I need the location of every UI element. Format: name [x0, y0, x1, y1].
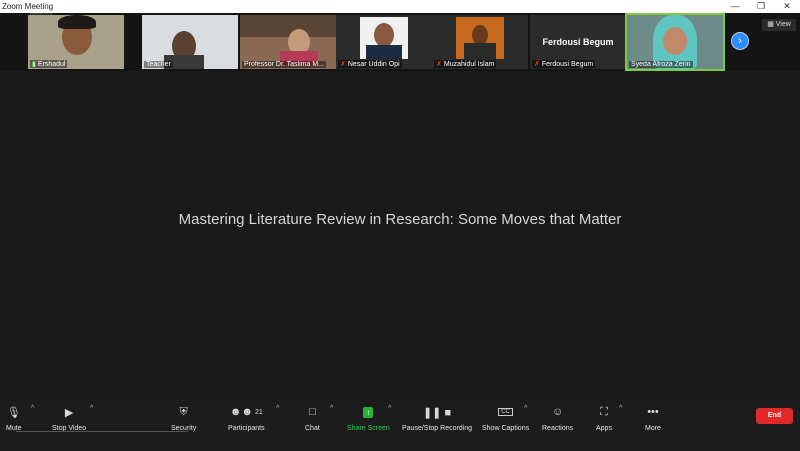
chat-options-caret[interactable]: ^ [330, 405, 333, 412]
reactions-button[interactable]: ☺ Reactions [542, 405, 573, 432]
more-button[interactable]: ••• More [645, 405, 661, 432]
chevron-right-icon: › [738, 35, 742, 47]
more-dots-icon: ••• [647, 406, 659, 418]
shield-icon: ⛨ [179, 405, 188, 418]
participant-hair [58, 15, 96, 29]
participant-name: ✗ Muzahidul Islam [434, 60, 497, 68]
captions-options-caret[interactable]: ^ [524, 405, 527, 412]
pause-stop-recording-button[interactable]: ❚❚ ■ Pause/Stop Recording [402, 405, 472, 433]
video-options-caret[interactable]: ^ [90, 405, 93, 412]
participant-tile-ferdousi[interactable]: Ferdousi Begum ✗ Ferdousi Begum [530, 15, 626, 69]
participant-tile-nesar[interactable]: ✗ Nesar Uddin Opi [336, 15, 432, 69]
participant-name: ▮ Ershadul [30, 60, 68, 68]
view-button[interactable]: ▦ View [762, 19, 796, 31]
apps-icon: ⛶ [600, 405, 608, 418]
window-title: Zoom Meeting [2, 2, 54, 11]
grid-icon: ▦ [767, 21, 774, 28]
participants-options-caret[interactable]: ^ [276, 405, 279, 412]
toolbar-divider [16, 431, 188, 432]
participant-name: Professor Dr. Taslima M... [242, 61, 327, 68]
participant-name: ✗ Ferdousi Begum [532, 60, 596, 68]
stop-video-button[interactable]: ▶ Stop Video [52, 405, 86, 433]
captions-icon: CC [498, 405, 513, 419]
participants-count: 21 [254, 408, 263, 416]
people-icon: ☻☻ 21 [229, 406, 263, 418]
microphone-icon: 🎙 [6, 406, 21, 419]
share-options-caret[interactable]: ^ [388, 405, 391, 412]
meeting-toolbar [0, 398, 800, 451]
participant-tile-ershadul[interactable]: ▮ Ershadul [28, 15, 124, 69]
chat-button[interactable]: □ Chat [305, 405, 320, 432]
close-button[interactable]: ✕ [774, 0, 800, 13]
mic-off-icon: ✗ [534, 61, 540, 68]
mic-off-icon: ✗ [340, 61, 346, 68]
chat-bubble-icon: □ [309, 406, 316, 418]
end-meeting-button[interactable]: End [756, 408, 793, 424]
participant-tile-syeda[interactable]: Syeda Afroza Zerin [625, 13, 725, 71]
mute-button[interactable]: 🎙 Mute [6, 405, 22, 433]
next-page-button[interactable]: › [731, 32, 749, 50]
signal-icon: ▮ [32, 61, 36, 68]
title-bar: Zoom Meeting — ❐ ✕ [0, 0, 800, 13]
smiley-icon: ☺ [551, 406, 564, 418]
security-button[interactable]: ⛨ Security [171, 405, 196, 433]
shared-screen-area: Mastering Literature Review in Research:… [0, 71, 800, 396]
audio-options-caret[interactable]: ^ [31, 405, 34, 412]
pause-stop-icon: ❚❚ ■ [422, 406, 452, 419]
share-screen-icon: ↑ [363, 405, 374, 419]
share-screen-button[interactable]: ↑ Share Screen [347, 405, 390, 432]
participant-name: ✗ Nesar Uddin Opi [338, 60, 402, 68]
minimize-button[interactable]: — [722, 0, 748, 13]
participant-tile-teacher[interactable]: Teacher [142, 15, 238, 69]
apps-options-caret[interactable]: ^ [619, 405, 622, 412]
participant-display-name: Ferdousi Begum [542, 37, 614, 47]
profile-photo [360, 17, 408, 59]
participant-tile-taslima[interactable]: Professor Dr. Taslima M... [240, 15, 336, 69]
shared-headline: Mastering Literature Review in Research:… [178, 211, 622, 228]
mic-off-icon: ✗ [436, 61, 442, 68]
profile-photo [456, 17, 504, 59]
video-camera-icon: ▶ [64, 406, 74, 419]
apps-button[interactable]: ⛶ Apps [596, 405, 612, 433]
participant-name: Teacher [144, 61, 173, 68]
participant-tile-muzahidul[interactable]: ✗ Muzahidul Islam [432, 15, 528, 69]
participants-button[interactable]: ☻☻ 21 Participants [228, 405, 265, 432]
participant-name: Syeda Afroza Zerin [629, 61, 693, 68]
show-captions-button[interactable]: CC Show Captions [482, 405, 529, 432]
maximize-button[interactable]: ❐ [748, 0, 774, 13]
